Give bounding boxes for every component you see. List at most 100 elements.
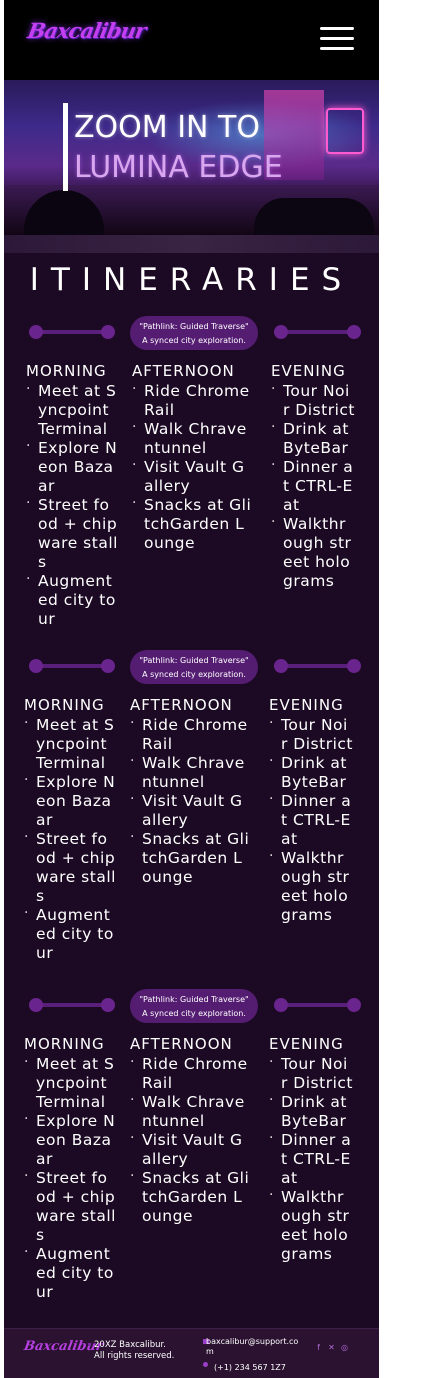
brand-logo[interactable]: Baxcalibur — [26, 18, 148, 43]
app-root: Baxcalibur ZOOM IN TO LUMINA EDGE ITINER… — [4, 0, 379, 1378]
evening-column: EVENING Tour Noir District Drink at Byte… — [269, 1035, 353, 1264]
morning-column: MORNING Meet at Syncpoint Terminal Explo… — [24, 1035, 116, 1302]
timeline-dot — [101, 659, 115, 673]
list-item: Meet at Syncpoint Terminal — [24, 714, 116, 773]
list-item: Dinner at CTRL-Eat — [271, 456, 355, 515]
list-item: Snacks at GlitchGarden Lounge — [132, 494, 252, 553]
list-item: Drink at ByteBar — [271, 418, 355, 458]
timeline-dot — [274, 325, 288, 339]
list-item: Ride Chrome Rail — [130, 1053, 250, 1093]
timeline-dot — [347, 659, 361, 673]
itinerary-card: "Pathlink: Guided Traverse" A synced cit… — [4, 650, 379, 980]
x-icon[interactable]: ✕ — [327, 1343, 336, 1352]
pill-title: "Pathlink: Guided Traverse" — [139, 322, 249, 331]
timeline-track — [35, 664, 109, 668]
list-item: Dinner at CTRL-Eat — [269, 790, 353, 849]
pill-subtitle: A synced city exploration. — [142, 670, 246, 679]
timeline-dot — [29, 325, 43, 339]
site-header: Baxcalibur — [4, 0, 379, 80]
site-footer: Baxcalibur 20XZ Baxcalibur. All rights r… — [4, 1328, 379, 1378]
list-item: Explore Neon Bazaar — [26, 437, 118, 496]
pill-title: "Pathlink: Guided Traverse" — [139, 656, 249, 665]
list-item: Augmented city tour — [24, 904, 116, 963]
pill-title: "Pathlink: Guided Traverse" — [139, 995, 249, 1004]
morning-heading: MORNING — [24, 696, 105, 714]
footer-phone[interactable]: (+1) 234 567 1Z7 — [214, 1363, 286, 1372]
evening-heading: EVENING — [269, 1035, 344, 1053]
hero-banner: ZOOM IN TO LUMINA EDGE — [4, 80, 379, 235]
copyright-line1: 20XZ Baxcalibur. — [94, 1340, 166, 1350]
timeline-dot — [29, 998, 43, 1012]
list-item: Ride Chrome Rail — [132, 380, 252, 420]
timeline-track — [35, 1003, 109, 1007]
itinerary-card: "Pathlink: Guided Traverse" A synced cit… — [4, 316, 379, 646]
footer-logo[interactable]: Baxcalibur — [23, 1339, 104, 1354]
morning-heading: MORNING — [24, 1035, 105, 1053]
hero-accent-bar — [63, 103, 68, 191]
list-item: Explore Neon Bazaar — [24, 771, 116, 830]
list-item: Street food + chipware stalls — [24, 1167, 116, 1245]
list-item: Walkthrough street holograms — [269, 1186, 353, 1264]
footer-copyright: 20XZ Baxcalibur. All rights reserved. — [88, 1340, 204, 1362]
itinerary-card: "Pathlink: Guided Traverse" A synced cit… — [4, 989, 379, 1319]
list-item: Visit Vault Gallery — [132, 456, 252, 496]
timeline-dot — [274, 998, 288, 1012]
afternoon-column: AFTERNOON Ride Chrome Rail Walk Chravent… — [130, 1035, 250, 1226]
afternoon-column: AFTERNOON Ride Chrome Rail Walk Chravent… — [132, 362, 252, 553]
hamburger-menu-icon[interactable] — [320, 25, 354, 53]
hero-title-line2: LUMINA EDGE — [74, 150, 283, 185]
itinerary-pill[interactable]: "Pathlink: Guided Traverse" A synced cit… — [130, 650, 258, 684]
list-item: Snacks at GlitchGarden Lounge — [130, 1167, 250, 1226]
list-item: Visit Vault Gallery — [130, 790, 250, 830]
list-item: Drink at ByteBar — [269, 1091, 353, 1131]
hero-title-line1: ZOOM IN TO — [74, 110, 260, 145]
pill-subtitle: A synced city exploration. — [142, 1009, 246, 1018]
list-item: Augmented city tour — [24, 1243, 116, 1302]
timeline-dot — [347, 998, 361, 1012]
list-item: Meet at Syncpoint Terminal — [24, 1053, 116, 1112]
neon-sign-graphic — [326, 108, 364, 154]
list-item: Visit Vault Gallery — [130, 1129, 250, 1169]
morning-column: MORNING Meet at Syncpoint Terminal Explo… — [26, 362, 118, 629]
list-item: Tour Noir District — [271, 380, 355, 420]
hero-divider — [4, 235, 379, 253]
evening-column: EVENING Tour Noir District Drink at Byte… — [271, 362, 355, 591]
afternoon-column: AFTERNOON Ride Chrome Rail Walk Chravent… — [130, 696, 250, 887]
list-item: Ride Chrome Rail — [130, 714, 250, 754]
list-item: Drink at ByteBar — [269, 752, 353, 792]
section-title: ITINERARIES — [29, 262, 354, 298]
list-item: Walkthrough street holograms — [271, 513, 355, 591]
itinerary-pill[interactable]: "Pathlink: Guided Traverse" A synced cit… — [130, 989, 258, 1023]
timeline-track — [280, 1003, 354, 1007]
list-item: Meet at Syncpoint Terminal — [26, 380, 118, 439]
timeline-dot — [101, 325, 115, 339]
list-item: Explore Neon Bazaar — [24, 1110, 116, 1169]
hero-title: ZOOM IN TO LUMINA EDGE — [74, 108, 283, 188]
morning-column: MORNING Meet at Syncpoint Terminal Explo… — [24, 696, 116, 963]
list-item: Walkthrough street holograms — [269, 847, 353, 925]
phone-icon — [203, 1362, 208, 1367]
facebook-icon[interactable]: f — [314, 1343, 323, 1352]
list-item: Dinner at CTRL-Eat — [269, 1129, 353, 1188]
list-item: Tour Noir District — [269, 714, 353, 754]
afternoon-heading: AFTERNOON — [130, 1035, 233, 1053]
evening-heading: EVENING — [271, 362, 346, 380]
timeline-track — [280, 330, 354, 334]
timeline-dot — [101, 998, 115, 1012]
list-item: Snacks at GlitchGarden Lounge — [130, 828, 250, 887]
list-item: Walk Chraventunnel — [130, 752, 250, 792]
timeline-dot — [347, 325, 361, 339]
timeline-track — [280, 664, 354, 668]
list-item: Walk Chraventunnel — [132, 418, 252, 458]
timeline-track — [35, 330, 109, 334]
timeline-dot — [29, 659, 43, 673]
itinerary-pill[interactable]: "Pathlink: Guided Traverse" A synced cit… — [130, 316, 258, 350]
afternoon-heading: AFTERNOON — [132, 362, 235, 380]
list-item: Tour Noir District — [269, 1053, 353, 1093]
instagram-icon[interactable]: ◎ — [340, 1343, 349, 1352]
morning-heading: MORNING — [26, 362, 107, 380]
afternoon-heading: AFTERNOON — [130, 696, 233, 714]
pill-subtitle: A synced city exploration. — [142, 336, 246, 345]
footer-email[interactable]: baxcalibur@support.com — [206, 1337, 306, 1357]
list-item: Street food + chipware stalls — [24, 828, 116, 906]
